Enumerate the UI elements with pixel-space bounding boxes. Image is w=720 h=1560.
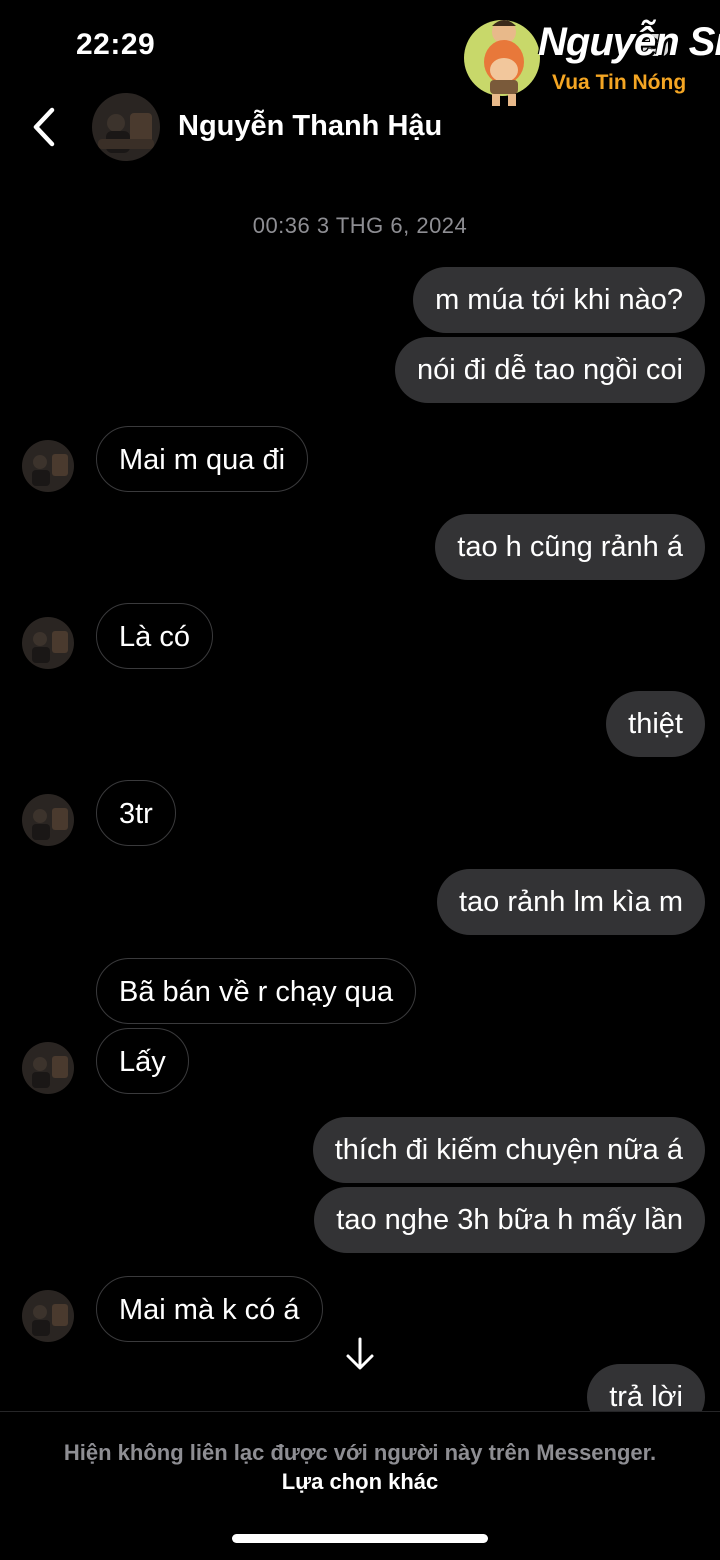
back-button[interactable] (26, 104, 66, 150)
watermark-subtitle: Vua Tin Nóng (552, 71, 687, 94)
contact-name[interactable]: Nguyễn Thanh Hậu (178, 110, 442, 143)
status-time: 22:29 (76, 28, 156, 61)
sent-message[interactable]: nói đi dễ tao ngồi coi (394, 337, 705, 403)
home-indicator[interactable] (232, 1534, 488, 1543)
watermark-title: Nguyễn Sin (538, 20, 720, 64)
sender-avatar[interactable] (22, 617, 74, 669)
mascot-icon (464, 20, 540, 106)
received-message[interactable]: Mai mà k có á (96, 1276, 323, 1342)
watermark-logo: Nguyễn Sin Vua Tin Nóng (462, 10, 720, 110)
arrow-down-icon (346, 1337, 374, 1370)
sent-message[interactable]: thiệt (606, 691, 705, 757)
sent-message[interactable]: tao nghe 3h bữa h mấy lần (314, 1187, 705, 1253)
sent-message[interactable]: tao rảnh lm kìa m (436, 869, 705, 935)
unavailable-notice: Hiện không liên lạc được với người này t… (60, 1438, 660, 1496)
sent-message[interactable]: thích đi kiếm chuyện nữa á (312, 1117, 705, 1183)
received-message[interactable]: Bã bán về r chạy qua (96, 958, 417, 1024)
sender-avatar[interactable] (22, 1290, 74, 1342)
received-message[interactable]: Mai m qua đi (96, 426, 309, 492)
unavailable-text: Hiện không liên lạc được với người này t… (63, 1440, 657, 1465)
received-message[interactable]: 3tr (96, 780, 176, 846)
sender-avatar[interactable] (22, 794, 74, 846)
conversation-timestamp: 00:36 3 THG 6, 2024 (252, 213, 468, 238)
scroll-to-bottom-button[interactable] (344, 1336, 376, 1372)
received-message[interactable]: Lấy (96, 1028, 189, 1094)
received-message[interactable]: Là có (96, 603, 213, 669)
chevron-left-icon (33, 107, 55, 147)
sender-avatar[interactable] (22, 440, 74, 492)
sent-message[interactable]: m múa tới khi nào? (413, 267, 705, 333)
contact-avatar[interactable] (92, 93, 160, 161)
sent-message[interactable]: tao h cũng rảnh á (435, 514, 705, 580)
sender-avatar[interactable] (22, 1042, 74, 1094)
other-options-link[interactable]: Lựa chọn khác (282, 1469, 439, 1494)
